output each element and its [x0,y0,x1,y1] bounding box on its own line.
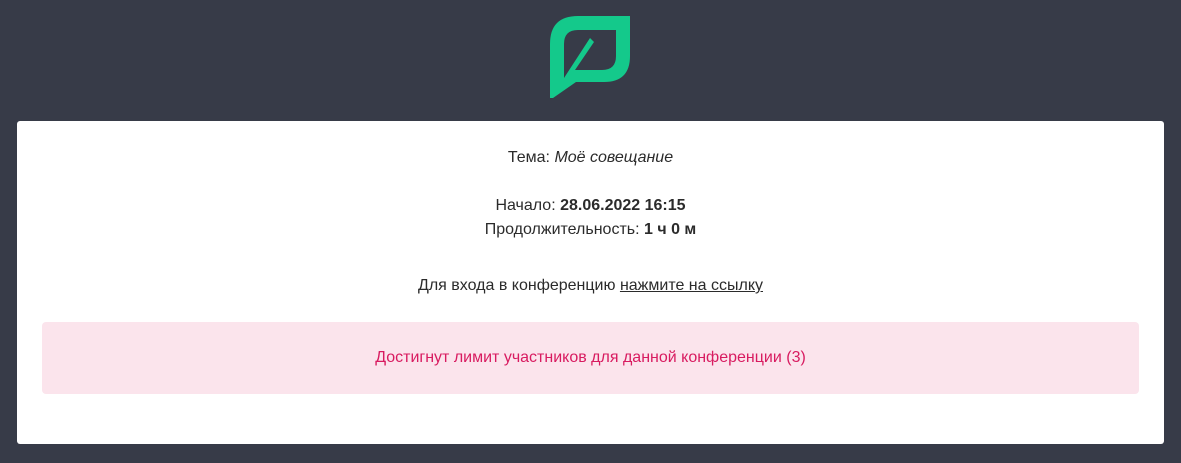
duration-row: Продолжительность: 1 ч 0 м [17,220,1164,240]
join-row: Для входа в конференцию нажмите на ссылк… [17,276,1164,296]
topic-row: Тема: Моё совещание [17,148,1164,168]
duration-value: 1 ч 0 м [644,221,697,238]
join-link[interactable]: нажмите на ссылку [620,277,763,294]
alert-message: Достигнут лимит участников для данной ко… [375,349,806,366]
topic-value: Моё совещание [554,149,674,166]
duration-label: Продолжительность: [484,221,644,238]
start-row: Начало: 28.06.2022 16:15 [17,196,1164,216]
join-text: Для входа в конференцию [418,277,620,294]
start-value: 28.06.2022 16:15 [560,197,686,214]
participant-limit-alert: Достигнут лимит участников для данной ко… [42,322,1139,394]
topic-label: Тема: [507,149,555,166]
meeting-card: Тема: Моё совещание Начало: 28.06.2022 1… [17,121,1164,444]
leaf-logo-icon [550,16,630,98]
start-label: Начало: [495,197,561,214]
